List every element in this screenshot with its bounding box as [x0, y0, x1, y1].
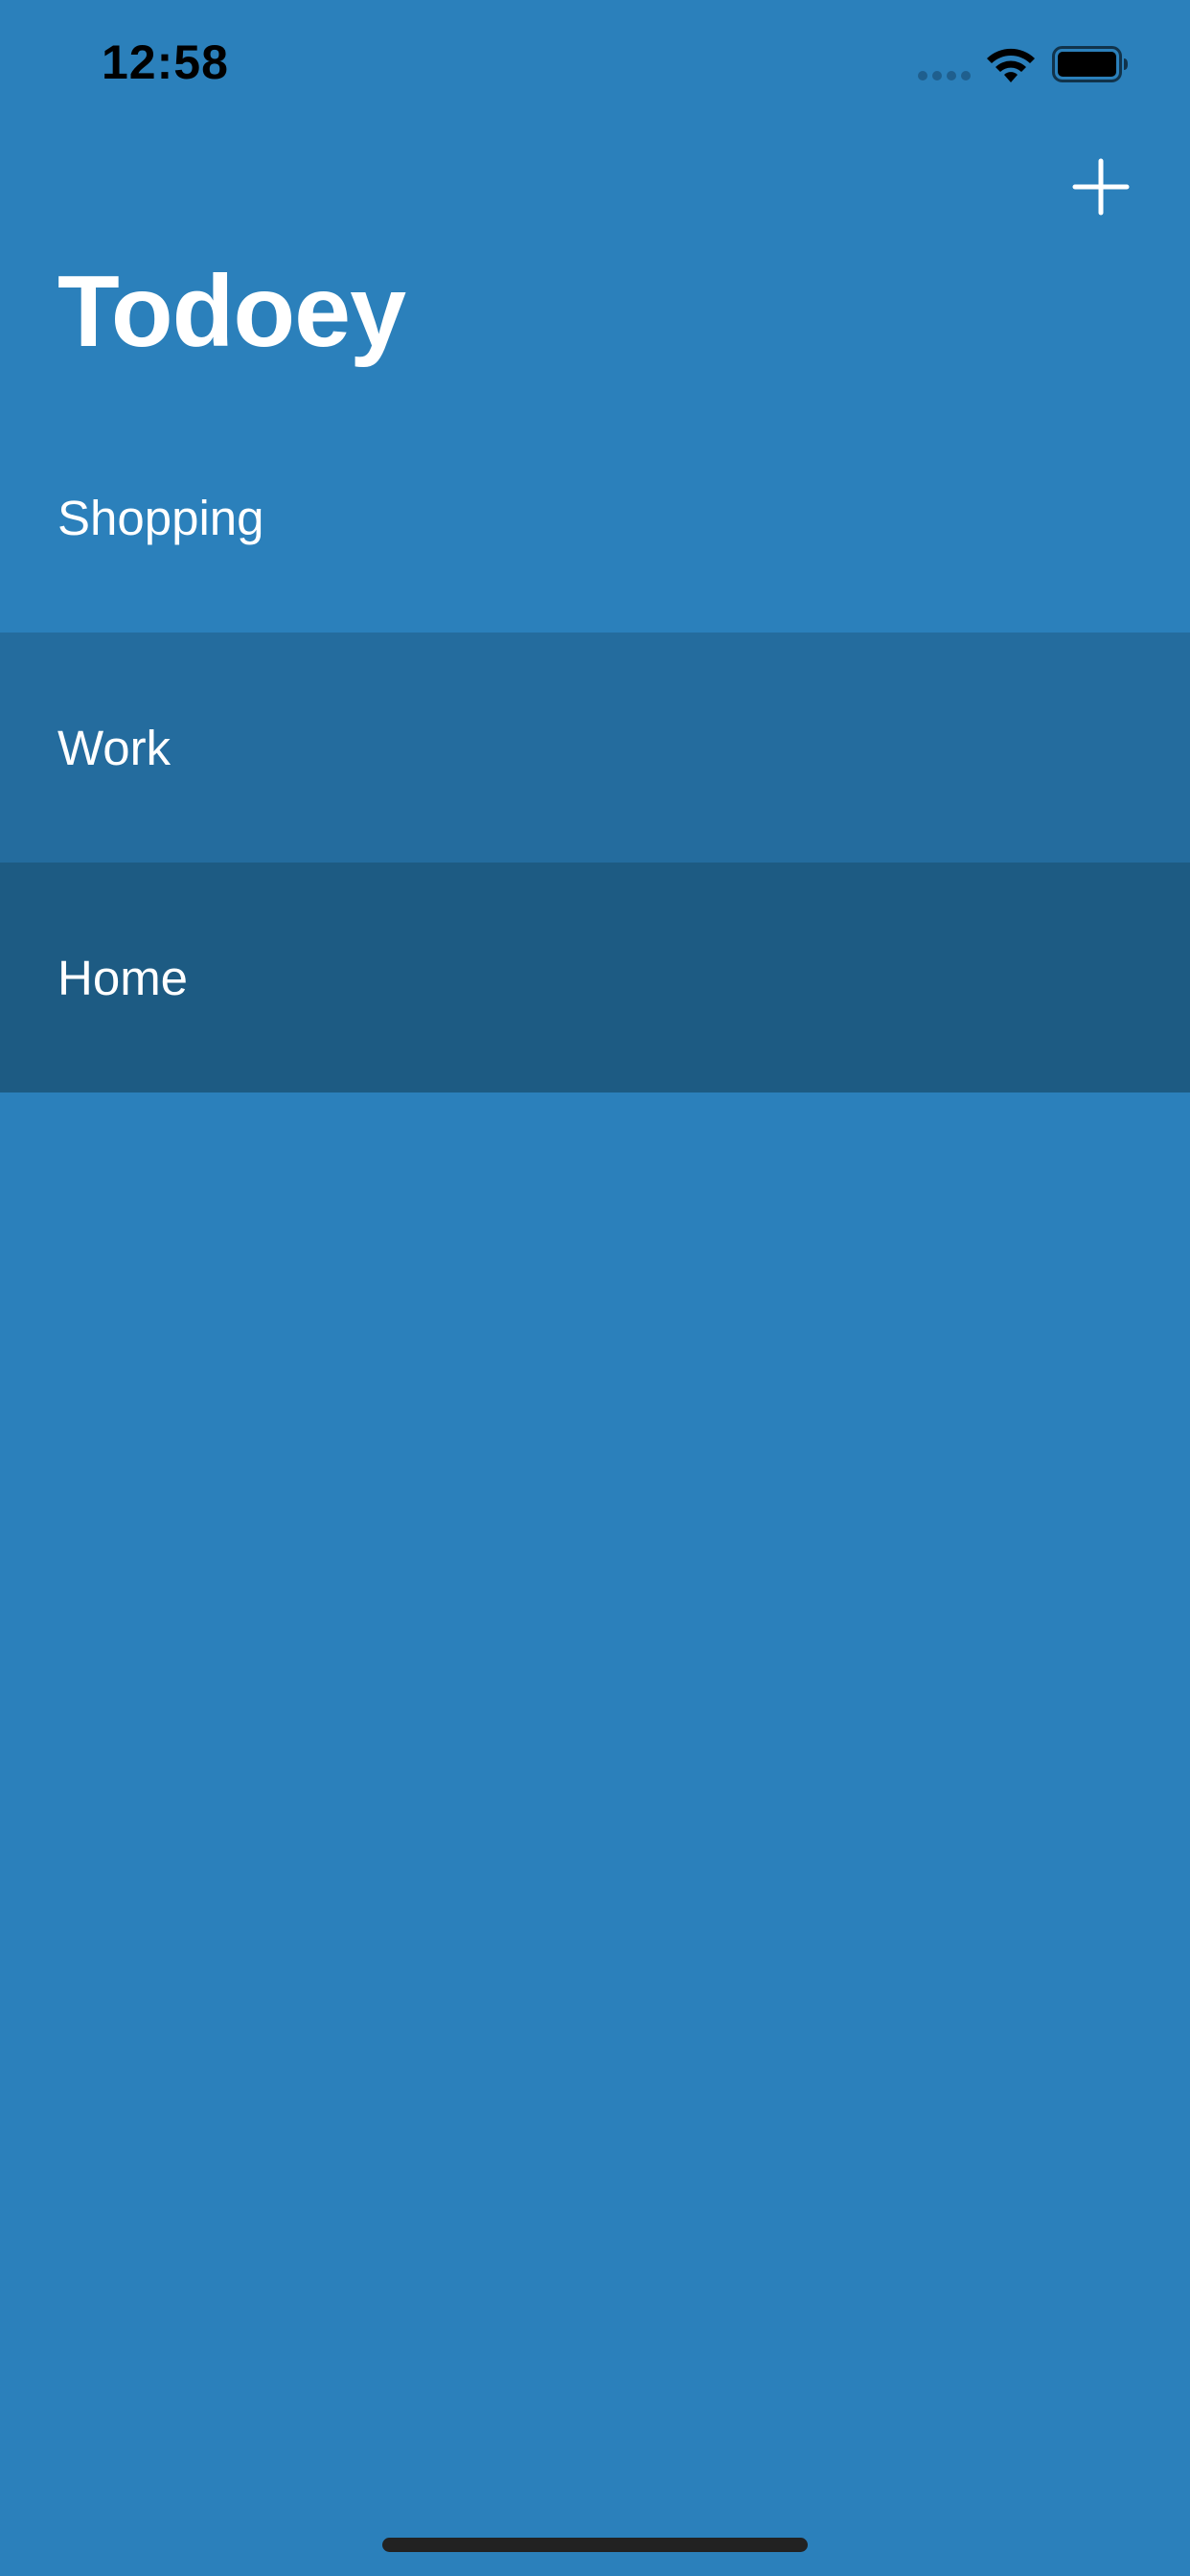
category-row-shopping[interactable]: Shopping — [0, 402, 1190, 632]
status-bar: 12:58 — [0, 0, 1190, 125]
category-row-work[interactable]: Work — [0, 632, 1190, 862]
category-label: Work — [57, 720, 172, 775]
status-time: 12:58 — [102, 35, 229, 89]
plus-icon — [1072, 158, 1130, 216]
category-label: Home — [57, 950, 189, 1005]
add-button[interactable] — [1071, 157, 1131, 217]
category-label: Shopping — [57, 490, 264, 545]
category-row-home[interactable]: Home — [0, 862, 1190, 1092]
page-title: Todoey — [57, 255, 406, 368]
home-indicator[interactable] — [382, 2538, 808, 2552]
battery-icon — [1052, 46, 1128, 82]
category-list: Shopping Work Home — [0, 402, 1190, 1092]
wifi-icon — [987, 48, 1035, 82]
cellular-signal-icon — [918, 71, 972, 80]
